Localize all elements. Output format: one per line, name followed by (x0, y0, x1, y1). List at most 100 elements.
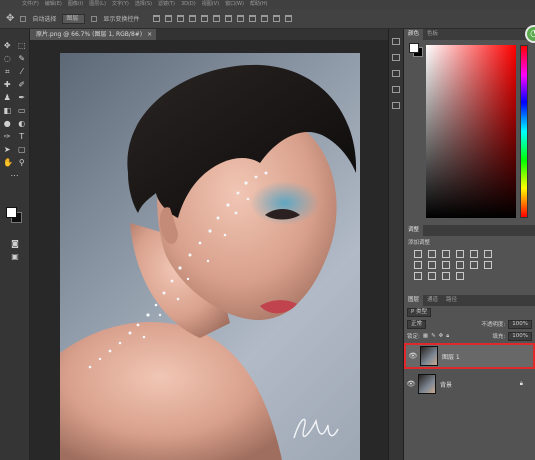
path-select-tool-icon[interactable]: ➤ (3, 145, 11, 154)
vibrance-icon[interactable] (470, 250, 478, 258)
more-tools-icon[interactable]: ⋯ (11, 171, 19, 180)
tab-swatches[interactable]: 色板 (423, 29, 442, 40)
opacity-input[interactable]: 100% (508, 319, 532, 329)
foreground-color-swatch[interactable] (6, 207, 17, 218)
move-tool-icon[interactable]: ✥ (3, 41, 11, 50)
align-bottom-icon[interactable] (177, 15, 185, 22)
photo-filter-icon[interactable] (442, 261, 450, 269)
actions-panel-icon[interactable] (392, 102, 400, 109)
blend-mode-dropdown[interactable]: 正常 (407, 319, 427, 329)
menu-3d[interactable]: 3D(D) (181, 0, 196, 9)
tab-layers[interactable]: 图层 (404, 295, 424, 306)
exposure-icon[interactable] (456, 250, 464, 258)
history-brush-tool-icon[interactable]: ✒ (18, 93, 26, 102)
type-tool-icon[interactable]: T (18, 132, 26, 141)
character-panel-icon[interactable] (392, 70, 400, 77)
hand-tool-icon[interactable]: ✋ (3, 158, 13, 167)
fill-label: 填充: (492, 334, 506, 340)
document-tab[interactable]: 原片.png @ 66.7% (图层 1, RGB/8#) × (30, 29, 157, 40)
marquee-tool-icon[interactable]: ⬚ (18, 41, 26, 50)
quick-select-tool-icon[interactable]: ✎ (18, 54, 26, 63)
distribute-top-icon[interactable] (225, 15, 233, 22)
lasso-tool-icon[interactable]: ◌ (3, 54, 11, 63)
lock-all-icon[interactable]: 🔒︎ (446, 333, 449, 340)
properties-panel-icon[interactable] (392, 54, 400, 61)
layer-row-background[interactable]: 👁︎ 背景 🔒︎ (404, 371, 535, 397)
menu-filter[interactable]: 滤镜(T) (158, 0, 175, 9)
align-left-icon[interactable] (189, 15, 197, 22)
hue-saturation-icon[interactable] (484, 250, 492, 258)
lock-brush-icon[interactable]: ✎ (431, 333, 436, 339)
menu-window[interactable]: 窗口(W) (225, 0, 244, 9)
history-panel-icon[interactable] (392, 38, 400, 45)
menu-layer[interactable]: 图层(L) (89, 0, 106, 9)
adjustment-buttons (404, 250, 535, 280)
align-vcenter-icon[interactable] (165, 15, 173, 22)
quick-mask-icon[interactable]: ◙ (11, 239, 19, 248)
brush-panel-icon[interactable] (392, 86, 400, 93)
distribute-vcenter-icon[interactable] (237, 15, 245, 22)
zoom-tool-icon[interactable]: ⚲ (18, 158, 26, 167)
menu-edit[interactable]: 编辑(E) (45, 0, 62, 9)
distribute-left-icon[interactable] (261, 15, 269, 22)
threshold-icon[interactable] (428, 272, 436, 280)
pen-tool-icon[interactable]: ✑ (3, 132, 11, 141)
dodge-tool-icon[interactable]: ◐ (18, 119, 26, 128)
fill-input[interactable]: 100% (508, 331, 532, 341)
move-tool-icon[interactable]: ✥ (6, 13, 14, 24)
blur-tool-icon[interactable]: ● (3, 119, 11, 128)
posterize-icon[interactable] (414, 272, 422, 280)
brush-tool-icon[interactable]: ✐ (18, 80, 26, 89)
lock-pixels-icon[interactable]: ▦ (423, 333, 428, 339)
color-lookup-icon[interactable] (470, 261, 478, 269)
visibility-eye-icon[interactable]: 👁︎ (406, 352, 420, 360)
tab-channels[interactable]: 通道 (423, 295, 442, 306)
eyedropper-tool-icon[interactable]: ⁄ (18, 67, 26, 76)
tab-color[interactable]: 颜色 (404, 29, 424, 40)
show-transform-checkbox[interactable] (91, 15, 98, 22)
layer-kind-filter[interactable]: P 类型 (407, 307, 432, 317)
layer-row-layer-1[interactable]: 👁︎ 图层 1 (404, 343, 535, 369)
menu-file[interactable]: 文件(F) (22, 0, 39, 9)
distribute-hcenter-icon[interactable] (273, 15, 281, 22)
close-tab-icon[interactable]: × (147, 29, 152, 40)
tab-paths[interactable]: 路径 (442, 295, 461, 306)
shape-tool-icon[interactable]: ▢ (18, 145, 26, 154)
screen-mode-icon[interactable]: ▣ (11, 252, 19, 261)
selective-color-icon[interactable] (456, 272, 464, 280)
lock-move-icon[interactable]: ✥ (439, 333, 444, 339)
visibility-eye-icon[interactable]: 👁︎ (404, 380, 418, 388)
auto-select-target-dropdown[interactable]: 图层 (62, 13, 86, 24)
align-right-icon[interactable] (213, 15, 221, 22)
tab-adjustments[interactable]: 调整 (404, 225, 424, 236)
canvas-area[interactable] (30, 40, 388, 460)
levels-icon[interactable] (428, 250, 436, 258)
distribute-bottom-icon[interactable] (249, 15, 257, 22)
menu-type[interactable]: 文字(Y) (112, 0, 129, 9)
menu-view[interactable]: 视图(V) (202, 0, 219, 9)
brightness-icon[interactable] (414, 250, 422, 258)
menu-help[interactable]: 帮助(H) (250, 0, 268, 9)
saturation-value-field[interactable] (426, 45, 516, 218)
channel-mixer-icon[interactable] (456, 261, 464, 269)
hue-slider[interactable] (520, 45, 528, 218)
gradient-tool-icon[interactable]: ▭ (18, 106, 26, 115)
collapsed-panels-strip (388, 29, 404, 460)
eraser-tool-icon[interactable]: ◧ (3, 106, 11, 115)
align-buttons (153, 15, 293, 22)
align-hcenter-icon[interactable] (201, 15, 209, 22)
curves-icon[interactable] (442, 250, 450, 258)
distribute-right-icon[interactable] (285, 15, 293, 22)
gradient-map-icon[interactable] (442, 272, 450, 280)
color-balance-icon[interactable] (414, 261, 422, 269)
clone-stamp-tool-icon[interactable]: ♟ (3, 93, 11, 102)
panel-foreground-swatch[interactable] (409, 43, 419, 53)
menu-image[interactable]: 图像(I) (68, 0, 83, 9)
menu-select[interactable]: 选择(S) (135, 0, 152, 9)
align-top-icon[interactable] (153, 15, 161, 22)
healing-brush-tool-icon[interactable]: ✚ (3, 80, 11, 89)
black-white-icon[interactable] (428, 261, 436, 269)
invert-icon[interactable] (484, 261, 492, 269)
auto-select-checkbox[interactable] (20, 15, 27, 22)
crop-tool-icon[interactable]: ⌗ (3, 67, 11, 76)
